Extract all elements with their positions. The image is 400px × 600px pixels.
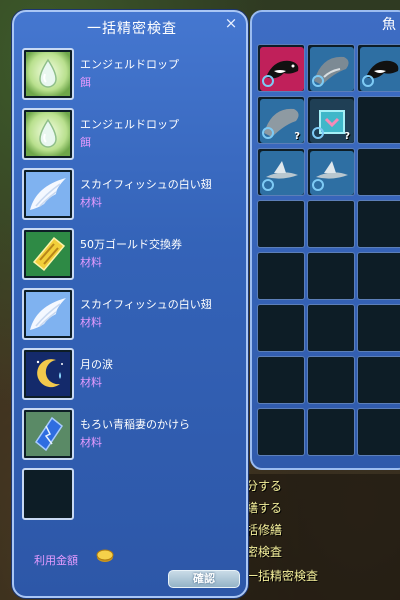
item-type: 材料	[80, 376, 102, 389]
inventory-slot[interactable]	[357, 44, 400, 92]
menu-item-inspect[interactable]: 密検査	[246, 542, 282, 562]
list-item[interactable]: スカイフィッシュの白い翅 材料	[22, 288, 242, 340]
item-slot[interactable]	[22, 108, 74, 160]
inventory-slot[interactable]	[257, 200, 305, 248]
inventory-slot[interactable]	[257, 252, 305, 300]
item-name: エンジェルドロップ	[80, 118, 179, 131]
list-item-empty[interactable]	[22, 468, 242, 520]
inventory-title: 魚	[382, 17, 396, 33]
unknown-mark: ?	[294, 131, 300, 142]
item-name: スカイフィッシュの白い翅	[80, 178, 212, 191]
bulk-inspect-dialog: 一括精密検査 × エンジェルドロップ 餌 エンジェルドロップ 餌 スカイフィッシ…	[12, 10, 248, 598]
badge-icon	[312, 75, 324, 87]
list-item[interactable]: 月の涙 材料	[22, 348, 242, 400]
item-name: 50万ゴールド交換券	[80, 238, 182, 251]
fish-inventory-panel: 魚 ? ?	[250, 10, 400, 470]
white-wing-icon	[26, 172, 70, 216]
inventory-slot[interactable]	[357, 96, 400, 144]
gold-coin-icon	[96, 549, 114, 562]
dialog-title: 一括精密検査	[87, 21, 177, 37]
badge-icon	[262, 179, 274, 191]
item-type: 材料	[80, 316, 102, 329]
inventory-slot[interactable]	[357, 148, 400, 196]
menu-item-split[interactable]: 分する	[246, 476, 282, 496]
list-item[interactable]: 50万ゴールド交換券 材料	[22, 228, 242, 280]
inventory-slot[interactable]	[307, 408, 355, 456]
angel-drop-icon	[26, 52, 70, 96]
list-item[interactable]: エンジェルドロップ 餌	[22, 48, 242, 100]
inventory-slot[interactable]	[257, 408, 305, 456]
unknown-mark: ?	[344, 131, 350, 142]
item-name: スカイフィッシュの白い翅	[80, 298, 212, 311]
badge-icon	[262, 75, 274, 87]
item-type: 餌	[80, 76, 91, 89]
item-name: 月の涙	[80, 358, 113, 371]
item-type: 餌	[80, 136, 91, 149]
moon-tear-icon	[26, 352, 70, 396]
cost-label: 利用金額	[34, 554, 78, 567]
item-slot[interactable]	[22, 288, 74, 340]
inventory-slot[interactable]	[357, 200, 400, 248]
menu-item-bulk-inspect[interactable]: 一括精密検査	[246, 566, 318, 586]
inventory-slot[interactable]: ?	[307, 96, 355, 144]
inventory-slot[interactable]	[257, 356, 305, 404]
menu-item-repair[interactable]: 繕する	[246, 498, 282, 518]
gold-ticket-icon	[26, 232, 70, 276]
item-slot[interactable]	[22, 168, 74, 220]
item-name: もろい青稲妻のかけら	[80, 418, 190, 431]
inventory-slot[interactable]	[357, 252, 400, 300]
angel-drop-icon	[26, 112, 70, 156]
blue-lightning-shard-icon	[26, 412, 70, 456]
inventory-slot[interactable]	[307, 44, 355, 92]
close-icon[interactable]: ×	[222, 14, 240, 32]
inventory-slot[interactable]	[257, 148, 305, 196]
item-name: エンジェルドロップ	[80, 58, 179, 71]
inventory-slot[interactable]	[357, 408, 400, 456]
badge-icon	[312, 127, 324, 139]
list-item[interactable]: スカイフィッシュの白い翅 材料	[22, 168, 242, 220]
badge-icon	[262, 127, 274, 139]
inventory-slot[interactable]	[257, 44, 305, 92]
item-slot[interactable]	[22, 228, 74, 280]
item-slot[interactable]	[22, 348, 74, 400]
inventory-slot[interactable]	[257, 304, 305, 352]
white-wing-icon	[26, 292, 70, 336]
inventory-slot[interactable]	[307, 252, 355, 300]
context-menu: 分する 繕する 括修繕 密検査 一括精密検査	[240, 474, 400, 600]
inventory-slot[interactable]	[357, 304, 400, 352]
inventory-slot[interactable]	[307, 356, 355, 404]
list-item[interactable]: エンジェルドロップ 餌	[22, 108, 242, 160]
confirm-button[interactable]: 確認	[168, 570, 240, 588]
inventory-slot[interactable]	[357, 356, 400, 404]
item-slot[interactable]	[22, 408, 74, 460]
badge-icon	[362, 75, 374, 87]
inventory-slot[interactable]	[307, 200, 355, 248]
item-slot[interactable]	[22, 468, 74, 520]
menu-item-bulk-repair[interactable]: 括修繕	[246, 520, 282, 540]
inventory-slot[interactable]	[307, 304, 355, 352]
item-type: 材料	[80, 256, 102, 269]
list-item[interactable]: もろい青稲妻のかけら 材料	[22, 408, 242, 460]
item-type: 材料	[80, 436, 102, 449]
badge-icon	[312, 179, 324, 191]
inventory-slot[interactable]	[307, 148, 355, 196]
item-slot[interactable]	[22, 48, 74, 100]
inventory-slot[interactable]: ?	[257, 96, 305, 144]
item-type: 材料	[80, 196, 102, 209]
